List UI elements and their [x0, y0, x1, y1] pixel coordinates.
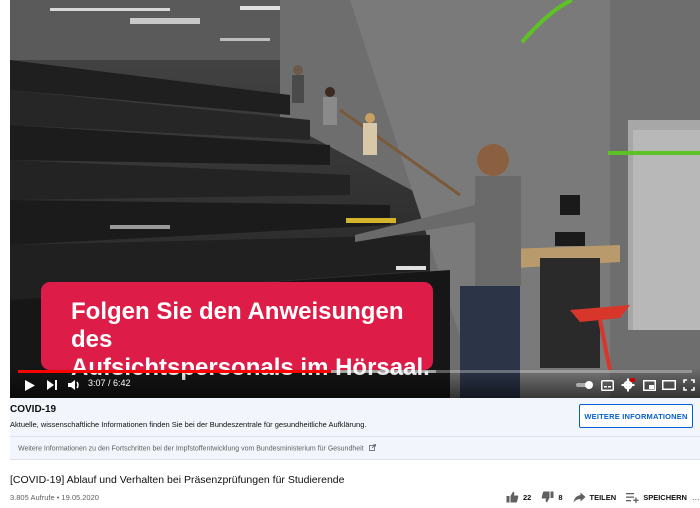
- info-panel-divider: [10, 436, 700, 437]
- thumbs-up-icon: [506, 491, 519, 503]
- like-button[interactable]: 22: [506, 491, 531, 503]
- like-count: 22: [523, 492, 532, 502]
- playlist-add-icon: [626, 492, 639, 503]
- info-panel-text: Aktuelle, wissenschaftliche Informatione…: [10, 420, 367, 429]
- autoplay-toggle-icon[interactable]: [574, 376, 596, 394]
- player-controls: 3:07 / 6:42: [10, 368, 700, 398]
- save-label: SPEICHERN: [643, 492, 687, 502]
- miniplayer-icon[interactable]: [641, 376, 657, 394]
- more-actions-button[interactable]: ...: [692, 492, 700, 502]
- info-panel: COVID-19 Aktuelle, wissenschaftliche Inf…: [10, 398, 700, 460]
- info-panel-link-label: Weitere Informationen zu den Fortschritt…: [18, 445, 364, 453]
- thumbs-down-icon: [541, 491, 554, 503]
- info-panel-link[interactable]: Weitere Informationen zu den Fortschritt…: [18, 444, 376, 453]
- external-link-icon: [368, 444, 376, 453]
- video-actions: 22 8 TEILEN SPEICHERN: [506, 489, 695, 505]
- progress-bar[interactable]: [18, 370, 692, 373]
- share-icon: [573, 492, 586, 503]
- dislike-count: 8: [558, 492, 563, 502]
- share-label: TEILEN: [589, 492, 617, 502]
- video-title: [COVID-19] Ablauf und Verhalten bei Präs…: [10, 474, 345, 486]
- subtitles-icon[interactable]: [599, 376, 615, 394]
- caption-line-1: Folgen Sie den Anweisungen des: [71, 298, 404, 353]
- theater-mode-icon[interactable]: [661, 376, 677, 394]
- volume-icon[interactable]: [65, 376, 83, 394]
- fullscreen-icon[interactable]: [681, 376, 697, 394]
- play-icon[interactable]: [22, 376, 38, 394]
- more-info-button[interactable]: WEITERE INFORMATIONEN: [579, 404, 693, 428]
- settings-icon[interactable]: [619, 376, 637, 394]
- video-player[interactable]: Folgen Sie den Anweisungen des Aufsichts…: [10, 0, 700, 398]
- info-panel-title: COVID-19: [10, 404, 57, 415]
- share-button[interactable]: TEILEN: [573, 492, 617, 503]
- time-display: 3:07 / 6:42: [88, 378, 131, 388]
- video-views-date: 3.805 Aufrufe • 19.05.2020: [10, 493, 99, 502]
- save-button[interactable]: SPEICHERN: [626, 492, 687, 503]
- dislike-button[interactable]: 8: [541, 491, 563, 503]
- next-icon[interactable]: [44, 376, 60, 394]
- progress-played: [18, 370, 332, 373]
- caption-banner: Folgen Sie den Anweisungen des Aufsichts…: [41, 282, 433, 381]
